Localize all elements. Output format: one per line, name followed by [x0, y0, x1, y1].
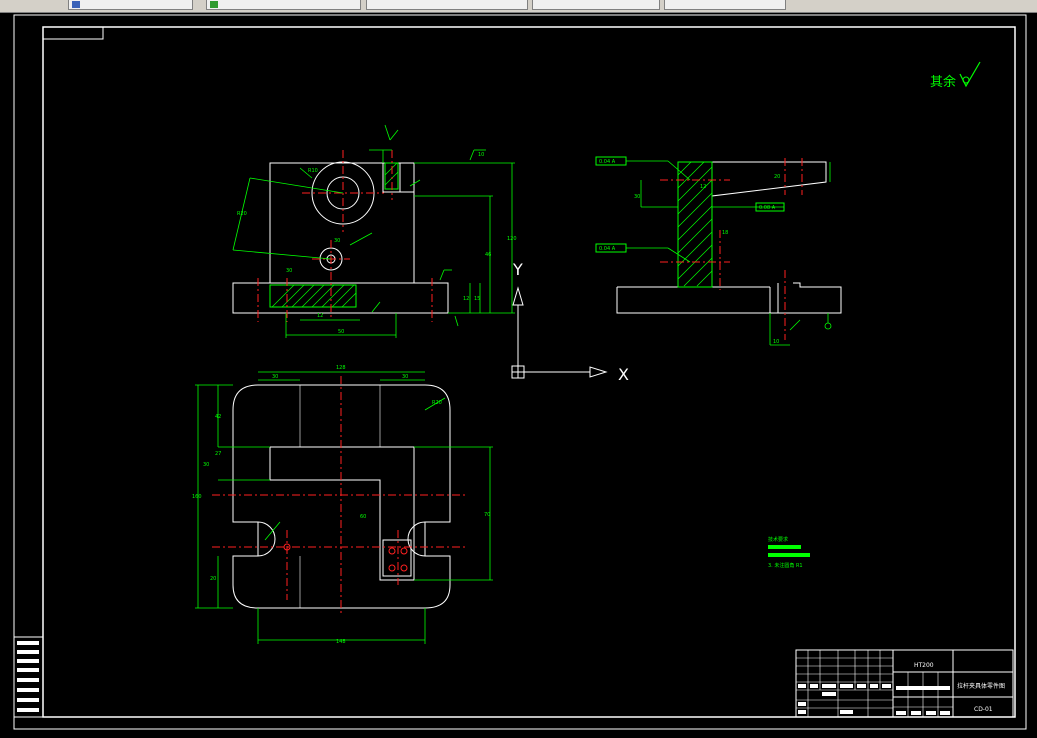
top-dim-4: 160	[192, 494, 202, 500]
notes-line-3: 3. 未注圆角 R1	[768, 562, 803, 569]
document-tab-5[interactable]	[664, 0, 786, 10]
side-dim-2: 18	[722, 230, 728, 236]
top-dim-8: 70	[484, 512, 490, 518]
side-tolerance-2: 0.04 A	[599, 246, 616, 252]
document-tab-1[interactable]	[68, 0, 193, 10]
ucs-axis-icon: Y X	[511, 260, 629, 384]
side-dim-3: 30	[634, 194, 640, 200]
top-dim-10: 20	[210, 576, 216, 582]
front-dim-4: 46	[485, 252, 491, 258]
front-dim-1: R10	[308, 168, 318, 174]
front-view: R20 R10 30 120 46 12 15 12 50 30 10	[232, 124, 517, 338]
notes-line-2	[768, 553, 810, 557]
top-dim-7: 27	[215, 451, 221, 457]
front-dim-5: 12	[463, 296, 469, 302]
document-icon	[72, 1, 80, 8]
top-view: 128 30 30 R20 160 42 30 27 70 60 20 148	[192, 365, 493, 645]
top-dim-9: 60	[360, 514, 366, 520]
front-dim-7: 12	[317, 313, 323, 319]
top-dim-5: 42	[215, 414, 221, 420]
top-dim-1: 30	[272, 374, 278, 380]
front-dim-8: 50	[338, 329, 344, 335]
side-dim-1: 20	[774, 174, 780, 180]
rough-symbol-text: 其余	[930, 74, 956, 90]
title-part-name: 拉杆夹具体零件图	[957, 682, 1005, 690]
side-view: 0.04 A 0.08 A 0.04 A 12 20 18 30 10	[595, 156, 842, 346]
axis-x-label: X	[618, 365, 629, 384]
surface-roughness-symbol: 其余	[930, 61, 981, 90]
front-dim-6: 15	[474, 296, 480, 302]
left-margin-block	[13, 636, 44, 718]
front-dim-9: 30	[286, 268, 292, 274]
document-tab-4[interactable]	[532, 0, 660, 10]
drawing-number-box	[42, 26, 104, 40]
side-tolerance-1: 0.08 A	[759, 205, 776, 211]
document-tab-3[interactable]	[366, 0, 528, 10]
notes-line-1	[768, 545, 801, 549]
title-material: HT200	[914, 662, 934, 669]
top-dim-11: 148	[336, 639, 346, 645]
axis-y-label: Y	[512, 260, 523, 279]
top-dim-2: 30	[402, 374, 408, 380]
side-tolerance-0: 0.04 A	[599, 159, 616, 165]
top-dim-3: R20	[432, 400, 442, 406]
front-dim-3: 120	[507, 236, 517, 242]
title-drawing-no: CD-01	[974, 706, 993, 713]
document-tab-2[interactable]	[206, 0, 361, 10]
title-block: HT200 拉杆夹具体零件图 CD-01	[795, 649, 1014, 718]
cad-drawing-canvas[interactable]: 其余 R20 R10 30 120 46 12 15 12 50 30 10 Y…	[0, 12, 1037, 738]
front-dim-0: R20	[237, 211, 247, 217]
drawing-icon	[210, 1, 218, 8]
front-dim-2: 30	[334, 238, 340, 244]
technical-notes: 技术要求 3. 未注圆角 R1	[768, 536, 810, 569]
side-dim-4: 10	[773, 339, 779, 345]
side-dim-0: 12	[700, 184, 706, 190]
top-dim-0: 128	[336, 365, 346, 371]
front-dim-10: 10	[478, 152, 484, 158]
top-dim-6: 30	[203, 462, 209, 468]
notes-title: 技术要求	[768, 536, 788, 543]
